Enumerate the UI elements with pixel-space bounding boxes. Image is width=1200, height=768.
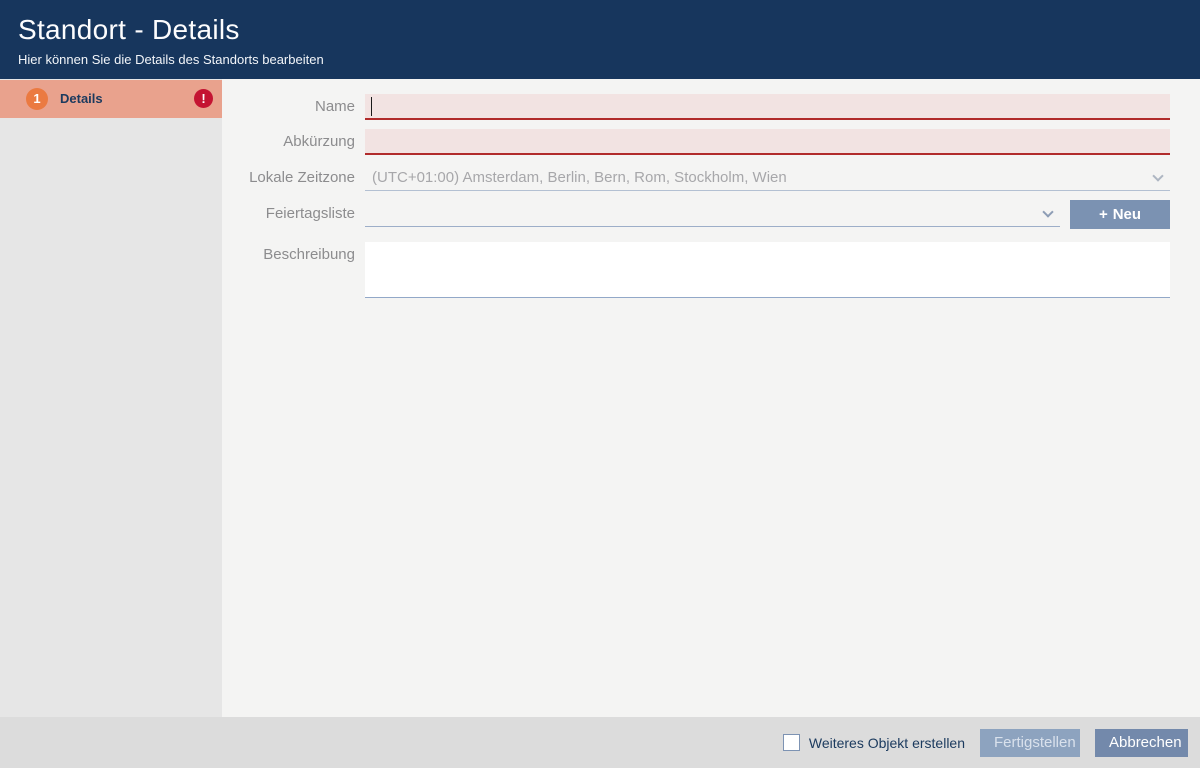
step-label: Details [60, 80, 103, 118]
holiday-list-label: Feiertagsliste [222, 201, 355, 227]
new-button-label: Neu [1113, 206, 1141, 223]
timezone-value: (UTC+01:00) Amsterdam, Berlin, Bern, Rom… [365, 165, 1170, 190]
standort-details-window: Standort - Details Hier können Sie die D… [0, 0, 1200, 768]
timezone-row: Lokale Zeitzone (UTC+01:00) Amsterdam, B… [222, 165, 1200, 191]
description-field [365, 242, 1170, 298]
timezone-label: Lokale Zeitzone [222, 165, 355, 191]
description-row: Beschreibung [222, 242, 1200, 298]
plus-icon: + [1099, 206, 1108, 223]
step-number-badge: 1 [26, 88, 48, 110]
text-cursor [371, 97, 372, 116]
create-another-object-option[interactable]: Weiteres Objekt erstellen [783, 734, 965, 751]
description-textarea[interactable] [365, 242, 1170, 298]
holiday-list-value [365, 201, 1060, 226]
page-title: Standort - Details [18, 14, 240, 46]
holiday-list-row: Feiertagsliste + Neu [222, 201, 1200, 227]
finish-button[interactable]: Fertigstellen [980, 729, 1080, 757]
holiday-list-select[interactable] [365, 201, 1060, 227]
validation-error-icon: ! [194, 89, 213, 108]
abbreviation-row: Abkürzung [222, 129, 1200, 155]
name-field [365, 94, 1170, 120]
abbreviation-label: Abkürzung [222, 129, 355, 155]
description-label: Beschreibung [222, 242, 355, 268]
timezone-select[interactable]: (UTC+01:00) Amsterdam, Berlin, Bern, Rom… [365, 165, 1170, 191]
cancel-button[interactable]: Abbrechen [1095, 729, 1188, 757]
create-another-checkbox[interactable] [783, 734, 800, 751]
name-input[interactable] [365, 94, 1170, 118]
name-label: Name [222, 94, 355, 120]
details-form: Name Abkürzung Lokale Zeitzone (UTC+01:0… [222, 79, 1200, 717]
create-another-label: Weiteres Objekt erstellen [809, 735, 965, 751]
page-subtitle: Hier können Sie die Details des Standort… [18, 52, 324, 67]
abbreviation-field [365, 129, 1170, 155]
header: Standort - Details Hier können Sie die D… [0, 0, 1200, 79]
sidebar-item-details[interactable]: 1 Details ! [0, 80, 222, 118]
wizard-sidebar: 1 Details ! [0, 79, 222, 717]
abbreviation-input[interactable] [365, 129, 1170, 153]
name-row: Name [222, 94, 1200, 120]
footer-bar: Weiteres Objekt erstellen Fertigstellen … [0, 717, 1200, 768]
new-holiday-list-button[interactable]: + Neu [1070, 200, 1170, 229]
